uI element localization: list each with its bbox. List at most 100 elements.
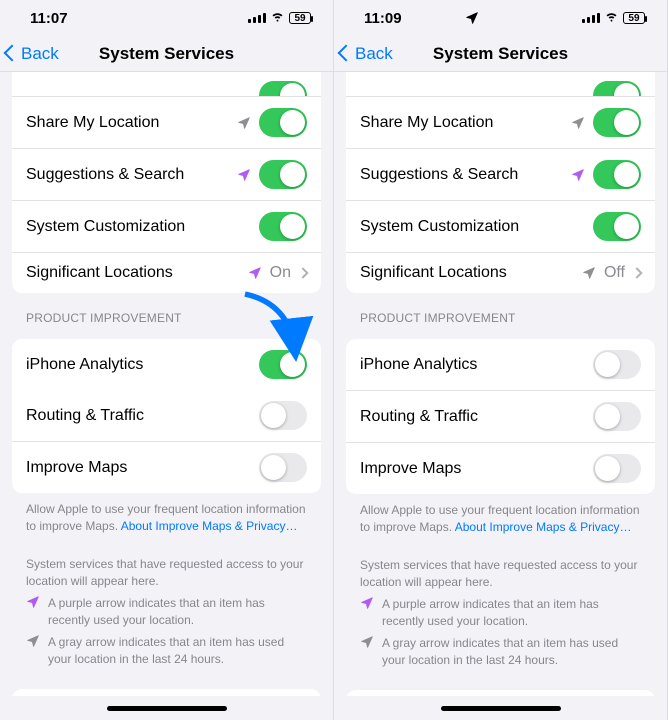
statusbar: 11:07 59 xyxy=(0,0,333,36)
settings-row[interactable]: Status Bar Icon xyxy=(346,690,655,696)
home-indicator xyxy=(0,696,333,720)
row-label: Suggestions & Search xyxy=(360,166,571,184)
improve-maps-footer: Allow Apple to use your frequent locatio… xyxy=(12,493,321,534)
toggle-switch[interactable] xyxy=(259,81,307,96)
location-arrow-icon xyxy=(582,266,596,280)
row-label: Routing & Traffic xyxy=(26,407,259,425)
system-services-group: Share My Location Suggestions & Search S… xyxy=(346,72,655,293)
settings-row[interactable]: iPhone Analytics xyxy=(346,339,655,390)
toggle-switch[interactable] xyxy=(593,160,641,189)
row-label: System Customization xyxy=(360,218,593,236)
status-time: 11:07 xyxy=(30,10,68,27)
location-arrow-icon xyxy=(360,596,374,610)
toggle-switch[interactable] xyxy=(259,453,307,482)
cell-signal-icon xyxy=(582,13,600,23)
legend-row-purple: A purple arrow indicates that an item ha… xyxy=(360,596,641,629)
wifi-icon xyxy=(604,9,619,28)
back-label: Back xyxy=(21,44,59,64)
settings-row-clipped[interactable] xyxy=(12,72,321,96)
section-header-product: PRODUCT IMPROVEMENT xyxy=(12,293,321,331)
legend-intro: System services that have requested acce… xyxy=(360,557,641,590)
row-label: Share My Location xyxy=(360,114,571,132)
toggle-switch[interactable] xyxy=(259,212,307,241)
settings-row[interactable]: System Customization xyxy=(12,200,321,252)
row-label: iPhone Analytics xyxy=(360,356,593,374)
toggle-switch[interactable] xyxy=(593,454,641,483)
home-indicator xyxy=(334,696,667,720)
legend-intro: System services that have requested acce… xyxy=(26,556,307,589)
row-label: iPhone Analytics xyxy=(26,356,259,374)
row-value: Off xyxy=(604,264,625,282)
location-arrow-icon xyxy=(571,116,585,130)
settings-row[interactable]: Significant Locations On xyxy=(12,252,321,293)
product-improvement-group: iPhone Analytics Routing & Traffic Improve… xyxy=(346,339,655,494)
toggle-switch[interactable] xyxy=(593,350,641,379)
toggle-switch[interactable] xyxy=(593,402,641,431)
row-label: Significant Locations xyxy=(360,264,582,282)
legend: System services that have requested acce… xyxy=(346,535,655,668)
battery-icon: 59 xyxy=(289,12,311,24)
settings-row[interactable]: System Customization xyxy=(346,200,655,252)
settings-row[interactable]: Share My Location xyxy=(12,96,321,148)
row-value: On xyxy=(270,264,291,282)
system-services-group: Share My Location Suggestions & Search S… xyxy=(12,72,321,293)
legend: System services that have requested acce… xyxy=(12,534,321,667)
improve-maps-footer: Allow Apple to use your frequent locatio… xyxy=(346,494,655,535)
section-header-product: PRODUCT IMPROVEMENT xyxy=(346,293,655,331)
settings-row[interactable]: Improve Maps xyxy=(12,441,321,493)
toggle-switch[interactable] xyxy=(593,212,641,241)
row-label: Improve Maps xyxy=(360,460,593,478)
toggle-switch[interactable] xyxy=(593,108,641,137)
navbar: Back System Services xyxy=(0,36,333,72)
product-improvement-group: iPhone Analytics Routing & Traffic Improv… xyxy=(12,339,321,493)
location-arrow-icon xyxy=(360,635,374,649)
settings-row[interactable]: Suggestions & Search xyxy=(346,148,655,200)
legend-row-purple: A purple arrow indicates that an item ha… xyxy=(26,595,307,628)
battery-icon: 59 xyxy=(623,12,645,24)
improve-maps-link[interactable]: About Improve Maps & Privacy… xyxy=(455,520,632,534)
toggle-switch[interactable] xyxy=(259,350,307,379)
row-label: Suggestions & Search xyxy=(26,166,237,184)
settings-row[interactable]: iPhone Analytics xyxy=(12,339,321,390)
location-arrow-icon xyxy=(571,168,585,182)
content: Share My Location Suggestions & Search S… xyxy=(334,72,667,696)
settings-row-clipped[interactable] xyxy=(346,72,655,96)
settings-row[interactable]: Status Bar Icon xyxy=(12,689,321,696)
row-label: Routing & Traffic xyxy=(360,408,593,426)
status-bar-icon-group: Status Bar Icon xyxy=(12,689,321,696)
toggle-switch[interactable] xyxy=(259,401,307,430)
back-button[interactable]: Back xyxy=(334,44,393,64)
legend-row-gray: A gray arrow indicates that an item has … xyxy=(26,634,307,667)
chevron-left-icon xyxy=(340,44,355,64)
row-label: System Customization xyxy=(26,218,259,236)
settings-row[interactable]: Suggestions & Search xyxy=(12,148,321,200)
settings-row[interactable]: Significant Locations Off xyxy=(346,252,655,293)
row-label: Share My Location xyxy=(26,114,237,132)
toggle-switch[interactable] xyxy=(593,81,641,96)
settings-row[interactable]: Routing & Traffic xyxy=(346,390,655,442)
toggle-switch[interactable] xyxy=(259,108,307,137)
improve-maps-link[interactable]: About Improve Maps & Privacy… xyxy=(121,519,298,533)
row-label: Significant Locations xyxy=(26,264,248,282)
chevron-left-icon xyxy=(6,44,21,64)
chevron-right-icon xyxy=(297,267,308,278)
settings-row[interactable]: Share My Location xyxy=(346,96,655,148)
content: Share My Location Suggestions & Search S… xyxy=(0,72,333,696)
settings-row[interactable]: Routing & Traffic xyxy=(12,390,321,441)
wifi-icon xyxy=(270,9,285,28)
location-arrow-icon xyxy=(237,116,251,130)
statusbar: 11:09 59 xyxy=(334,0,667,36)
status-time: 11:09 xyxy=(364,10,402,27)
legend-row-gray: A gray arrow indicates that an item has … xyxy=(360,635,641,668)
location-arrow-icon xyxy=(26,634,40,648)
toggle-switch[interactable] xyxy=(259,160,307,189)
navbar: Back System Services xyxy=(334,36,667,72)
row-label: Improve Maps xyxy=(26,459,259,477)
back-label: Back xyxy=(355,44,393,64)
back-button[interactable]: Back xyxy=(0,44,59,64)
status-bar-icon-group: Status Bar Icon xyxy=(346,690,655,696)
location-arrow-icon xyxy=(237,168,251,182)
cell-signal-icon xyxy=(248,13,266,23)
location-arrow-icon xyxy=(26,595,40,609)
settings-row[interactable]: Improve Maps xyxy=(346,442,655,494)
